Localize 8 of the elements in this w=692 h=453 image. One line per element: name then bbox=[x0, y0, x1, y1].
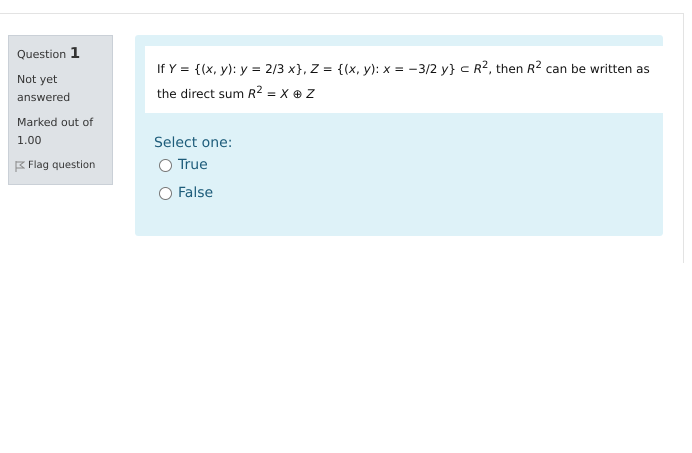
question-status: Not yet answered bbox=[17, 72, 72, 106]
option-label[interactable]: True bbox=[178, 157, 208, 173]
option-label[interactable]: False bbox=[178, 185, 214, 201]
question-text: If Y = {(x, y): y = 2/3 x}, Z = {(x, y): x = −3/2 y} ⊂ R$^{2}$, then R$^{2}$ can be written as the direct sum R$^{2}$ = X ⊕ Z bbox=[145, 46, 663, 113]
question-marks: Marked out of 1.00 bbox=[17, 115, 94, 149]
question-number: Question 1 bbox=[17, 44, 82, 64]
select-one-prompt: Select one: bbox=[154, 135, 234, 151]
flag-question-link[interactable]: Flag question bbox=[28, 157, 96, 175]
